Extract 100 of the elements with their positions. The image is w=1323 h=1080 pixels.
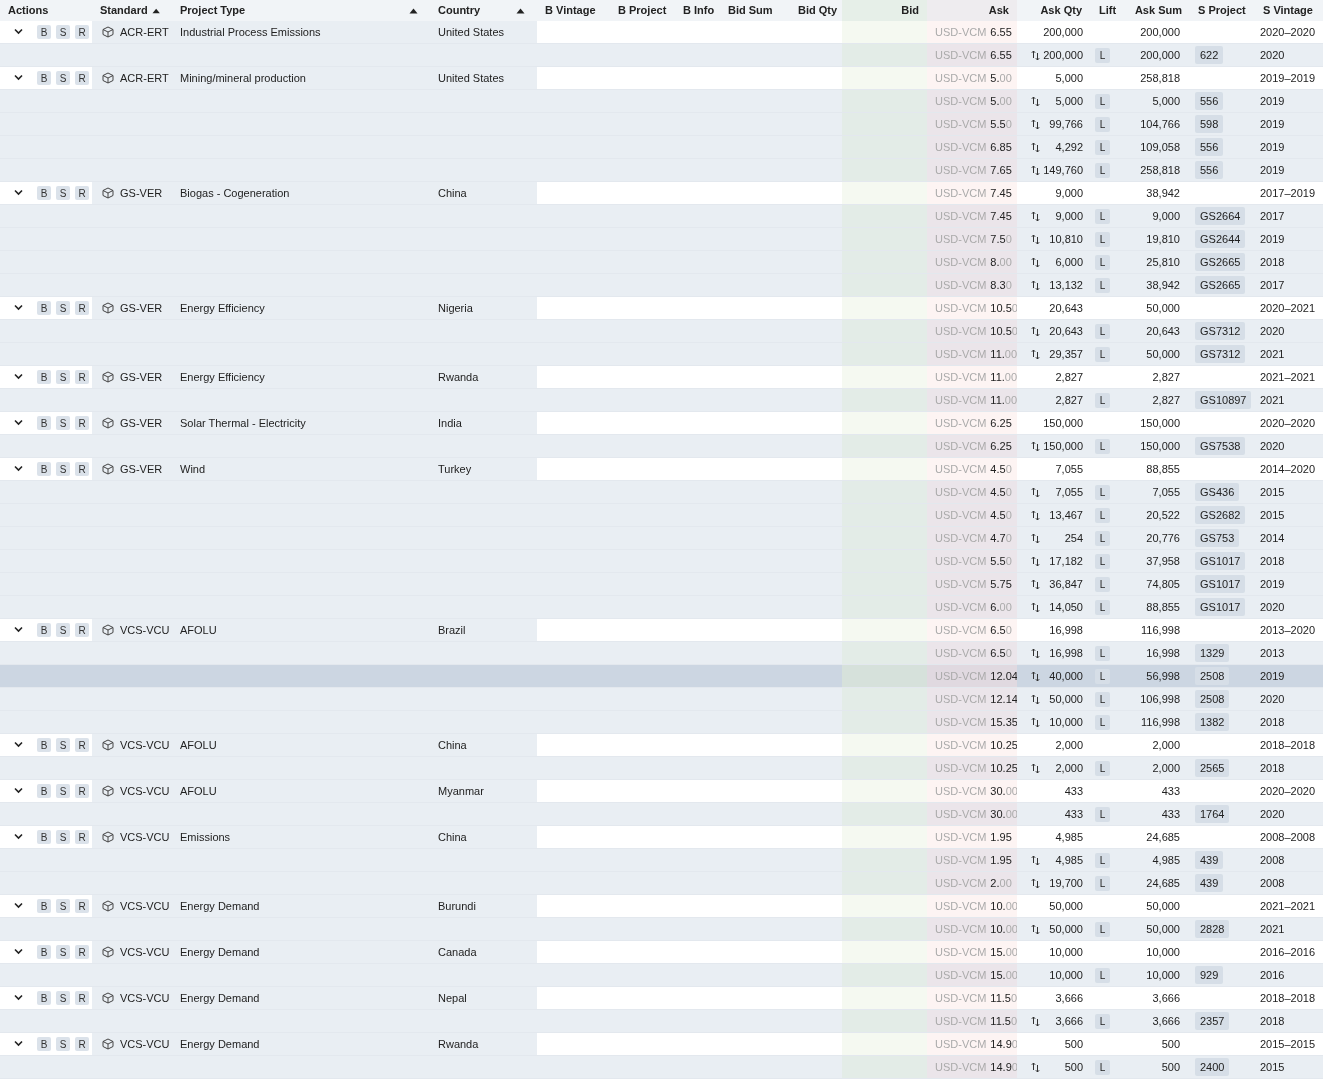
project-tag: 2357 [1195, 1011, 1230, 1031]
action-button[interactable]: R [75, 623, 89, 637]
action-button[interactable]: R [75, 416, 89, 430]
lift-button[interactable]: L [1095, 231, 1110, 247]
action-button[interactable]: S [56, 370, 70, 384]
column-header[interactable]: S Vintage [1263, 2, 1313, 19]
action-button[interactable]: B [37, 991, 51, 1005]
action-button[interactable]: R [75, 462, 89, 476]
action-button[interactable]: S [56, 301, 70, 315]
action-button[interactable]: S [56, 416, 70, 430]
action-button[interactable]: R [75, 991, 89, 1005]
action-button[interactable]: S [56, 945, 70, 959]
currency-label: USD-VCM [935, 760, 987, 776]
lift-button[interactable]: L [1095, 484, 1110, 500]
lift-button[interactable]: L [1095, 852, 1110, 868]
lift-button[interactable]: L [1095, 645, 1110, 661]
lift-button[interactable]: L [1095, 599, 1110, 615]
column-header[interactable]: Bid Sum [728, 2, 773, 19]
action-button[interactable]: B [37, 186, 51, 200]
lift-button[interactable]: L [1095, 875, 1110, 891]
lift-button[interactable]: L [1095, 392, 1110, 408]
action-button[interactable]: R [75, 25, 89, 39]
action-button[interactable]: S [56, 784, 70, 798]
lift-button[interactable]: L [1095, 47, 1110, 63]
lift-button[interactable]: L [1095, 1013, 1110, 1029]
lift-button[interactable]: L [1095, 714, 1110, 730]
action-button[interactable]: B [37, 738, 51, 752]
lift-button[interactable]: L [1095, 530, 1110, 546]
action-button[interactable]: B [37, 370, 51, 384]
project-tag: 439 [1195, 873, 1224, 893]
lift-button[interactable]: L [1095, 1059, 1110, 1075]
lift-button[interactable]: L [1095, 576, 1110, 592]
country-text: Nigeria [438, 300, 473, 316]
column-header[interactable]: Project Type [180, 2, 246, 19]
action-button[interactable]: R [75, 899, 89, 913]
lift-button[interactable]: L [1095, 323, 1110, 339]
column-header[interactable]: Standard [100, 2, 148, 19]
action-button[interactable]: S [56, 462, 70, 476]
action-button[interactable]: B [37, 945, 51, 959]
lift-button[interactable]: L [1095, 668, 1110, 684]
lift-button[interactable]: L [1095, 346, 1110, 362]
lift-button[interactable]: L [1095, 208, 1110, 224]
lift-button[interactable]: L [1095, 806, 1110, 822]
action-button[interactable]: B [37, 899, 51, 913]
action-button[interactable]: R [75, 71, 89, 85]
column-header[interactable]: Bid [901, 2, 919, 19]
lift-button[interactable]: L [1095, 553, 1110, 569]
lift-button[interactable]: L [1095, 691, 1110, 707]
lift-button[interactable]: L [1095, 967, 1110, 983]
lift-button[interactable]: L [1095, 116, 1110, 132]
lift-button[interactable]: L [1095, 921, 1110, 937]
column-header[interactable]: Actions [8, 2, 49, 19]
action-button[interactable]: B [37, 416, 51, 430]
vintage-text: 2020 [1260, 47, 1285, 63]
action-button[interactable]: S [56, 738, 70, 752]
action-button[interactable]: R [75, 830, 89, 844]
column-header[interactable]: Country [438, 2, 481, 19]
lift-button[interactable]: L [1095, 254, 1110, 270]
lift-button[interactable]: L [1095, 162, 1110, 178]
action-button[interactable]: R [75, 301, 89, 315]
country-text: India [438, 415, 462, 431]
action-button[interactable]: S [56, 1037, 70, 1051]
action-button[interactable]: R [75, 186, 89, 200]
action-button[interactable]: R [75, 945, 89, 959]
column-header[interactable]: Ask [988, 2, 1009, 19]
column-header[interactable]: Ask Sum [1134, 2, 1182, 19]
action-button[interactable]: S [56, 71, 70, 85]
column-header[interactable]: B Project [618, 2, 667, 19]
action-button[interactable]: B [37, 71, 51, 85]
action-button[interactable]: B [37, 25, 51, 39]
column-header[interactable]: Bid Qty [798, 2, 838, 19]
action-button[interactable]: R [75, 370, 89, 384]
action-button[interactable]: R [75, 738, 89, 752]
action-button[interactable]: S [56, 623, 70, 637]
lift-button[interactable]: L [1095, 760, 1110, 776]
action-button[interactable]: B [37, 301, 51, 315]
action-button[interactable]: S [56, 830, 70, 844]
lift-button[interactable]: L [1095, 93, 1110, 109]
action-button[interactable]: B [37, 462, 51, 476]
action-button[interactable]: S [56, 186, 70, 200]
action-button[interactable]: B [37, 1037, 51, 1051]
column-header[interactable]: S Project [1198, 2, 1246, 19]
action-button[interactable]: B [37, 830, 51, 844]
column-header[interactable]: Lift [1098, 2, 1117, 19]
currency-label: USD-VCM [935, 93, 987, 109]
vintage-text: 2015 [1260, 507, 1285, 523]
lift-button[interactable]: L [1095, 507, 1110, 523]
column-header[interactable]: Ask Qty [1040, 2, 1082, 19]
action-button[interactable]: S [56, 25, 70, 39]
action-button[interactable]: R [75, 1037, 89, 1051]
lift-button[interactable]: L [1095, 139, 1110, 155]
action-button[interactable]: S [56, 899, 70, 913]
action-button[interactable]: B [37, 784, 51, 798]
action-button[interactable]: S [56, 991, 70, 1005]
action-button[interactable]: B [37, 623, 51, 637]
lift-button[interactable]: L [1095, 277, 1110, 293]
column-header[interactable]: B Vintage [545, 2, 596, 19]
lift-button[interactable]: L [1095, 438, 1110, 454]
column-header[interactable]: B Info [683, 2, 715, 19]
action-button[interactable]: R [75, 784, 89, 798]
